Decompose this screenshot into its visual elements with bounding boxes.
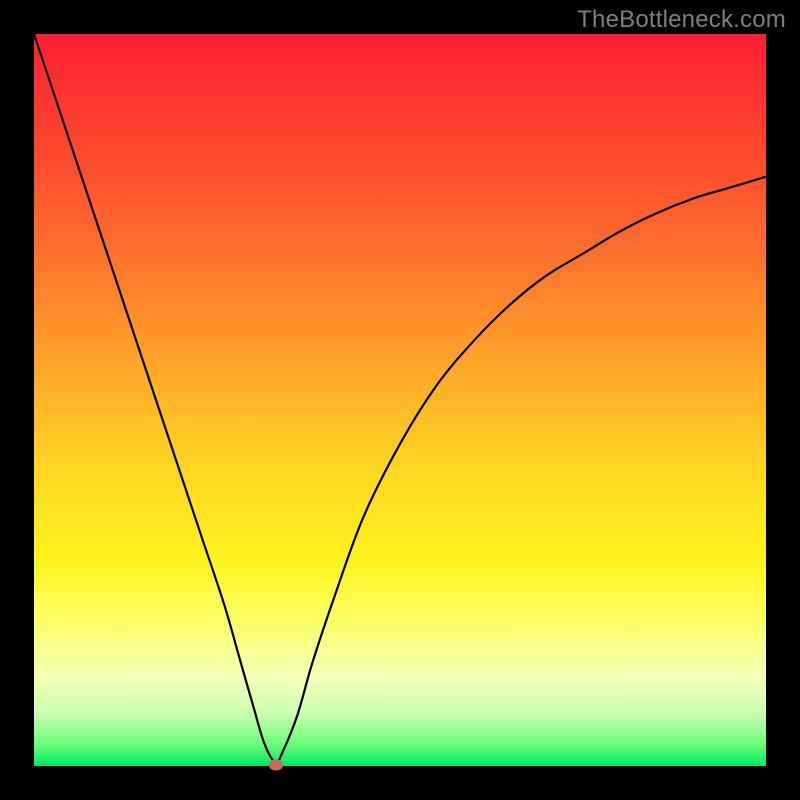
min-marker	[269, 759, 283, 770]
chart-frame: TheBottleneck.com	[0, 0, 800, 800]
plot-area	[34, 34, 766, 766]
watermark-text: TheBottleneck.com	[577, 6, 786, 34]
bottleneck-curve	[34, 34, 766, 766]
